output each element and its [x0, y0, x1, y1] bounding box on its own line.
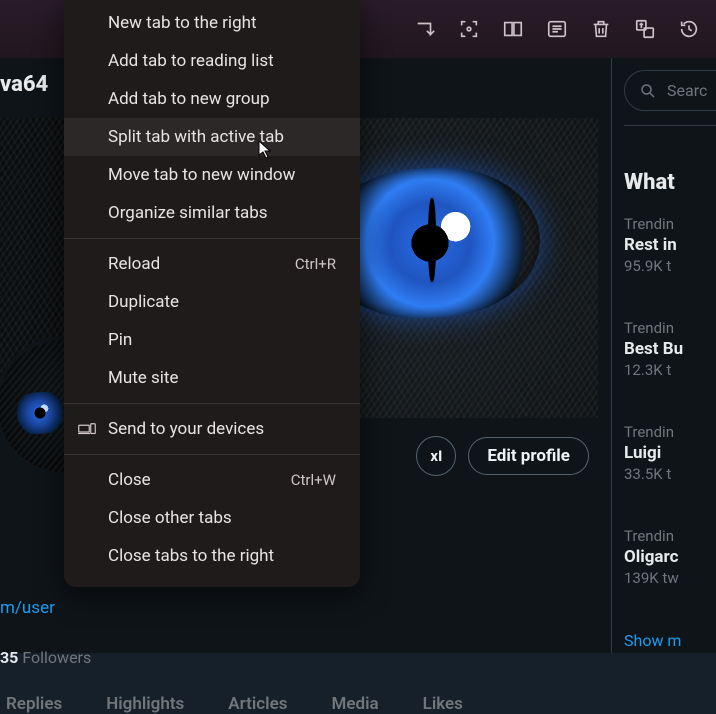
edit-profile-button[interactable]: Edit profile: [468, 437, 589, 475]
context-pin[interactable]: Pin: [64, 321, 360, 359]
reader-icon[interactable]: [502, 18, 524, 40]
trend-item[interactable]: Trendin Luigi 33.5K t: [624, 417, 716, 483]
tab-highlights[interactable]: Highlights: [106, 694, 184, 714]
sidepanel-icon[interactable]: [546, 18, 568, 40]
context-send-devices[interactable]: Send to your devices: [64, 410, 360, 448]
search-icon: [639, 82, 657, 100]
menu-separator: [64, 454, 360, 455]
devices-icon: [78, 422, 96, 436]
tab-context-menu: New tab to the right Add tab to reading …: [64, 0, 360, 587]
context-organize-similar[interactable]: Organize similar tabs: [64, 194, 360, 232]
history-icon[interactable]: [678, 18, 700, 40]
delete-icon[interactable]: [590, 18, 612, 40]
tab-media[interactable]: Media: [331, 694, 378, 714]
tab-likes[interactable]: Likes: [423, 694, 463, 714]
tab-replies[interactable]: Replies: [6, 694, 62, 714]
context-close-other[interactable]: Close other tabs: [64, 499, 360, 537]
context-move-new-window[interactable]: Move tab to new window: [64, 156, 360, 194]
profile-link[interactable]: m/user: [0, 598, 55, 618]
cast-icon[interactable]: [414, 18, 436, 40]
ai-button[interactable]: xI: [416, 436, 456, 476]
trend-item[interactable]: Trendin Oligarc 139K tw: [624, 521, 716, 587]
context-add-new-group[interactable]: Add tab to new group: [64, 80, 360, 118]
profile-tabs: Replies Highlights Articles Media Likes: [0, 694, 611, 714]
cursor-icon: [258, 140, 272, 160]
context-reload[interactable]: ReloadCtrl+R: [64, 245, 360, 283]
show-more-link[interactable]: Show m: [624, 601, 716, 650]
tab-articles[interactable]: Articles: [228, 694, 287, 714]
context-add-reading-list[interactable]: Add tab to reading list: [64, 42, 360, 80]
menu-separator: [64, 403, 360, 404]
context-mute-site[interactable]: Mute site: [64, 359, 360, 397]
scan-icon[interactable]: [458, 18, 480, 40]
trend-item[interactable]: Trendin Best Bu 12.3K t: [624, 313, 716, 379]
followers-count[interactable]: 35 Followers: [0, 648, 91, 667]
context-new-tab-right[interactable]: New tab to the right: [64, 4, 360, 42]
context-duplicate[interactable]: Duplicate: [64, 283, 360, 321]
profile-display-name: va64: [0, 72, 48, 97]
whats-happening-title: What: [624, 140, 716, 195]
context-close-right[interactable]: Close tabs to the right: [64, 537, 360, 575]
trend-item[interactable]: Trendin Rest in 95.9K t: [624, 209, 716, 275]
context-close[interactable]: CloseCtrl+W: [64, 461, 360, 499]
translate-icon[interactable]: [634, 18, 656, 40]
right-sidebar: Searc What Trendin Rest in 95.9K t Trend…: [612, 58, 716, 653]
menu-separator: [64, 238, 360, 239]
search-input[interactable]: Searc: [624, 70, 716, 111]
context-split-tab[interactable]: Split tab with active tab: [64, 118, 360, 156]
divider: [624, 125, 716, 126]
